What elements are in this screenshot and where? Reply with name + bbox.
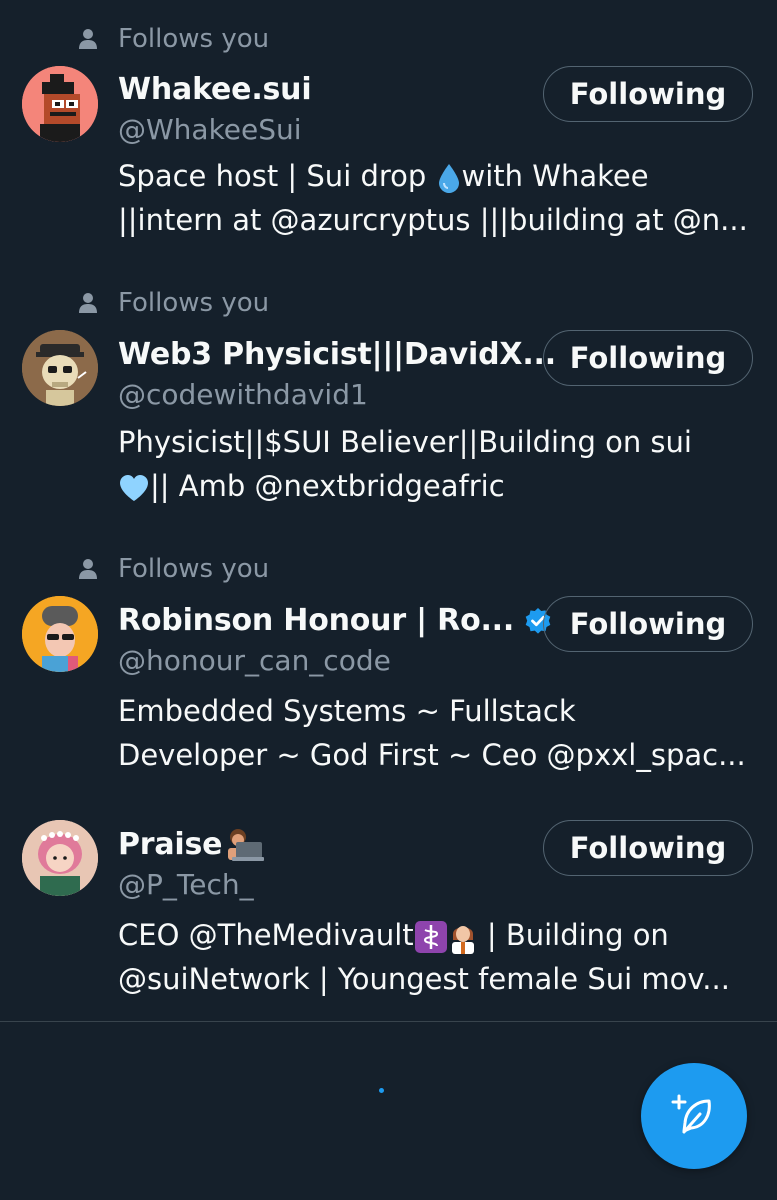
user-handle: @WhakeeSui [118,113,302,146]
display-name[interactable]: Praise [118,827,223,862]
avatar[interactable] [22,596,98,672]
following-button-label: Following [569,607,727,641]
follows-you-label: Follows you [118,24,270,54]
person-icon [79,293,97,313]
skull-avatar-icon [22,330,98,406]
display-name[interactable]: Robinson Honour | Ro... [118,603,514,638]
following-button-label: Following [569,831,727,865]
bio-text: @suiNetwork | Youngest female Sui mov... [118,962,730,996]
droplet-icon [438,164,459,193]
avatar[interactable] [22,330,98,406]
bio: Space host | Sui drop with Whakee ||inte… [118,154,758,242]
name-line: Web3 Physicist|||DavidX... [118,337,556,372]
light-blue-heart-icon [120,475,148,501]
bio-text: CEO @TheMedivault [118,918,414,952]
loading-spinner [379,1088,384,1093]
user-row-4[interactable]: Praise @P_Tech_ CEO @TheMedivault | Buil… [0,800,777,1020]
person-icon [79,29,97,49]
bio-text: | Building on [477,918,669,952]
bio-text: with Whakee [461,159,649,193]
technologist-icon [228,828,265,861]
compose-feather-icon [671,1094,711,1134]
flower-crown-avatar-icon [22,820,98,896]
following-button-label: Following [569,77,727,111]
follows-you-indicator: Follows you [78,288,269,318]
display-name[interactable]: Web3 Physicist|||DavidX... [118,337,556,372]
name-line: Robinson Honour | Ro... [118,603,552,638]
person-icon [79,559,97,579]
bio: Embedded Systems ~ Fullstack Developer ~… [118,689,758,777]
name-line: Whakee.sui [118,72,312,107]
avatar[interactable] [22,820,98,896]
display-name[interactable]: Whakee.sui [118,72,312,107]
compose-button[interactable] [641,1063,747,1169]
following-button[interactable]: Following [543,330,753,386]
follows-you-label: Follows you [118,554,270,584]
divider [0,1021,777,1022]
following-button[interactable]: Following [543,820,753,876]
user-row-2[interactable]: Follows you Web3 Physicist|||DavidX... @… [0,265,777,530]
name-line: Praise [118,827,265,862]
follows-you-indicator: Follows you [78,24,269,54]
medical-symbol-icon [414,921,447,953]
bio-text: Space host | Sui drop [118,159,436,193]
beanie-avatar-icon [22,596,98,672]
bio: CEO @TheMedivault | Building on @suiNetw… [118,913,758,1001]
bio-text: || Amb @nextbridgeafric [150,469,505,503]
bio-text: ||intern at @azurcryptus |||building at … [118,203,748,237]
user-row-1[interactable]: Follows you Whakee.sui @WhakeeSui Space … [0,0,777,260]
user-row-3[interactable]: Follows you Robinson Honour | Ro... @hon… [0,532,777,797]
follows-you-label: Follows you [118,288,270,318]
following-button[interactable]: Following [543,596,753,652]
user-handle: @honour_can_code [118,644,391,677]
following-button-label: Following [569,341,727,375]
bio-text: Developer ~ God First ~ Ceo @pxxl_spac..… [118,738,746,772]
bio-text: Embedded Systems ~ Fullstack [118,694,576,728]
health-worker-icon [451,926,474,954]
bio: Physicist||$SUI Believer||Building on su… [118,420,758,508]
user-handle: @codewithdavid1 [118,378,368,411]
pixel-avatar-icon [22,66,98,142]
user-handle: @P_Tech_ [118,868,254,901]
bio-text: Physicist||$SUI Believer||Building on su… [118,425,692,459]
avatar[interactable] [22,66,98,142]
follows-you-indicator: Follows you [78,554,269,584]
following-button[interactable]: Following [543,66,753,122]
